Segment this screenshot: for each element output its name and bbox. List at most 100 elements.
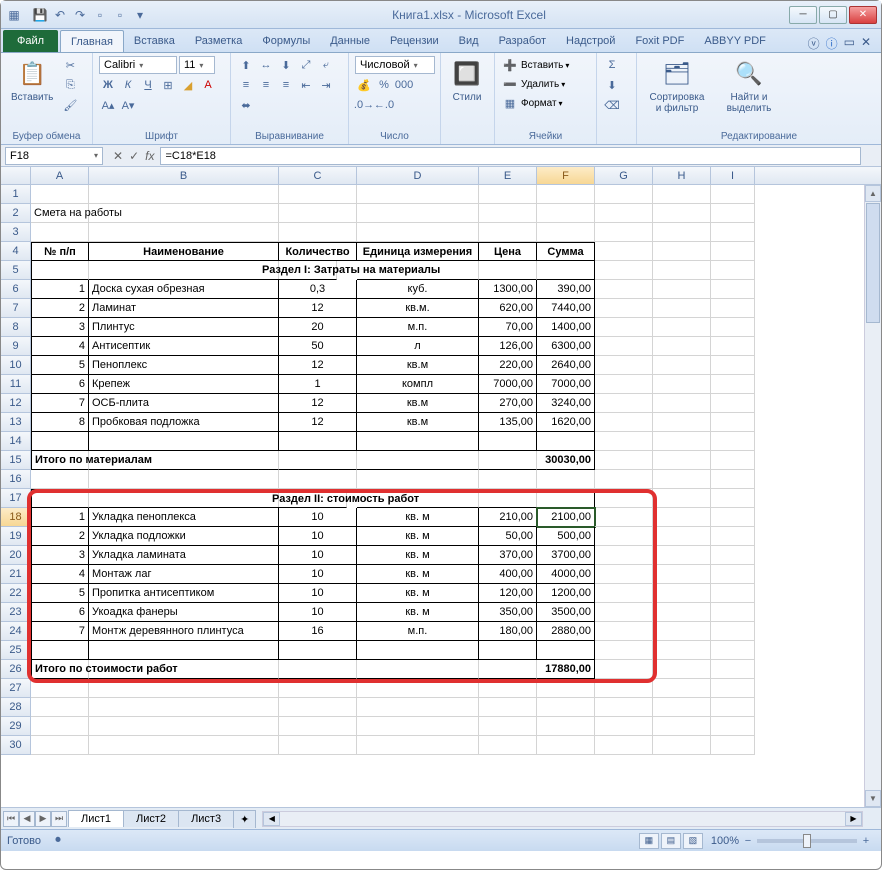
cell[interactable] [595, 280, 653, 299]
cell[interactable]: 210,00 [479, 508, 537, 527]
cell[interactable] [89, 223, 279, 242]
macro-record-icon[interactable]: ⏺ [49, 832, 67, 850]
row-header[interactable]: 27 [1, 679, 31, 698]
cell[interactable] [89, 641, 279, 660]
cell[interactable]: 3240,00 [537, 394, 595, 413]
cell[interactable] [653, 622, 711, 641]
cell[interactable] [653, 679, 711, 698]
row-header[interactable]: 23 [1, 603, 31, 622]
row-header[interactable]: 12 [1, 394, 31, 413]
cell[interactable] [357, 185, 479, 204]
cell[interactable]: 50,00 [479, 527, 537, 546]
cell[interactable]: 1 [31, 280, 89, 299]
cell[interactable] [89, 451, 279, 470]
cell[interactable] [537, 679, 595, 698]
cell[interactable] [711, 565, 755, 584]
cell[interactable]: 1 [31, 508, 89, 527]
comma-icon[interactable]: 000 [395, 76, 413, 94]
sheet-tab-1[interactable]: Лист1 [68, 810, 124, 827]
cell[interactable]: 10 [279, 603, 357, 622]
row-header[interactable]: 24 [1, 622, 31, 641]
cell[interactable] [711, 204, 755, 223]
cell[interactable] [279, 698, 357, 717]
cell[interactable]: кв. м [357, 603, 479, 622]
tab-abbyy[interactable]: ABBYY PDF [694, 30, 776, 52]
cell[interactable] [653, 204, 711, 223]
cell[interactable] [711, 489, 755, 508]
zoom-out-icon[interactable]: − [739, 832, 757, 850]
cell[interactable] [595, 603, 653, 622]
sheet-tab-3[interactable]: Лист3 [178, 810, 234, 827]
scroll-thumb[interactable] [866, 203, 880, 323]
cell[interactable] [653, 185, 711, 204]
cell[interactable]: 10 [279, 546, 357, 565]
cell[interactable] [537, 223, 595, 242]
cell[interactable] [595, 679, 653, 698]
cell[interactable] [479, 432, 537, 451]
cell[interactable] [653, 337, 711, 356]
col-header[interactable]: D [357, 167, 479, 184]
row-header[interactable]: 30 [1, 736, 31, 755]
cell[interactable]: 1620,00 [537, 413, 595, 432]
cell[interactable] [357, 736, 479, 755]
tab-formulas[interactable]: Формулы [252, 30, 320, 52]
paste-button[interactable]: 📋 Вставить [7, 56, 57, 105]
cell[interactable] [479, 261, 537, 280]
decrease-font-icon[interactable]: A▾ [119, 96, 137, 114]
orientation-icon[interactable]: ⤢ [297, 56, 315, 74]
cell[interactable] [653, 527, 711, 546]
row-header[interactable]: 3 [1, 223, 31, 242]
cell[interactable] [279, 660, 357, 679]
sheet-nav-prev-icon[interactable]: ◀ [19, 811, 35, 827]
cell[interactable] [711, 280, 755, 299]
cell[interactable] [279, 223, 357, 242]
maximize-button[interactable]: ▢ [819, 6, 847, 24]
cell[interactable] [711, 242, 755, 261]
row-header[interactable]: 11 [1, 375, 31, 394]
cell[interactable]: Сумма [537, 242, 595, 261]
window-close-icon[interactable]: ✕ [861, 35, 871, 52]
cell[interactable] [89, 698, 279, 717]
cell[interactable] [89, 470, 279, 489]
cell[interactable]: 2640,00 [537, 356, 595, 375]
cell[interactable]: Раздел I: Затраты на материалы [259, 261, 337, 280]
find-select-button[interactable]: 🔍 Найти и выделить [715, 56, 783, 116]
row-header[interactable]: 6 [1, 280, 31, 299]
cell[interactable] [595, 470, 653, 489]
cell[interactable]: кв.м [357, 394, 479, 413]
cell[interactable]: Укладка подложки [89, 527, 279, 546]
cell[interactable] [595, 641, 653, 660]
cell[interactable] [711, 470, 755, 489]
cell[interactable]: Монтаж лаг [89, 565, 279, 584]
row-header[interactable]: 2 [1, 204, 31, 223]
cell[interactable] [595, 375, 653, 394]
cell[interactable]: 10 [279, 527, 357, 546]
cell[interactable]: 5 [31, 356, 89, 375]
cell[interactable] [31, 223, 89, 242]
cell[interactable] [653, 451, 711, 470]
row-header[interactable]: 28 [1, 698, 31, 717]
cell[interactable] [711, 318, 755, 337]
cell[interactable]: кв.м [357, 356, 479, 375]
tab-data[interactable]: Данные [320, 30, 380, 52]
cell[interactable] [89, 679, 279, 698]
cell[interactable]: 4 [31, 565, 89, 584]
sheet-nav-last-icon[interactable]: ⏭ [51, 811, 67, 827]
col-header[interactable]: E [479, 167, 537, 184]
cell[interactable] [711, 223, 755, 242]
cut-icon[interactable]: ✂ [61, 56, 79, 74]
percent-icon[interactable]: % [375, 76, 393, 94]
zoom-level[interactable]: 100% [711, 835, 739, 847]
cell[interactable] [711, 299, 755, 318]
tab-addins[interactable]: Надстрой [556, 30, 625, 52]
cell[interactable]: 12 [279, 413, 357, 432]
row-header[interactable]: 13 [1, 413, 31, 432]
window-restore-icon[interactable]: ▭ [844, 35, 855, 52]
scroll-left-icon[interactable]: ◀ [263, 812, 280, 826]
zoom-slider[interactable] [757, 839, 857, 843]
cell[interactable]: 6 [31, 603, 89, 622]
cell[interactable] [89, 717, 279, 736]
cell[interactable] [595, 698, 653, 717]
row-header[interactable]: 9 [1, 337, 31, 356]
cell[interactable] [279, 641, 357, 660]
